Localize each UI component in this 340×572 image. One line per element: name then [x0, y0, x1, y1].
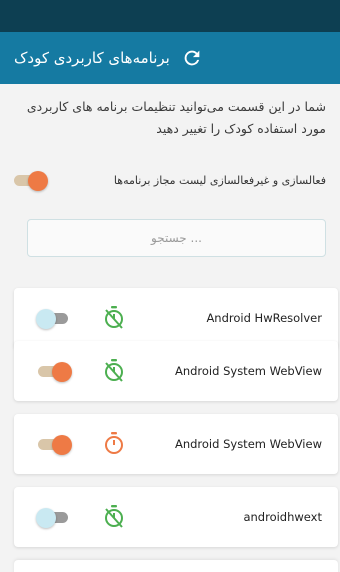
app-name: Android System WebView — [174, 364, 322, 378]
app-bar: برنامه‌های کاربردی کودک — [0, 32, 340, 84]
status-bar — [0, 0, 340, 32]
master-toggle-label: فعالسازی و غیرفعالسازی لیست مجاز برنامه‌… — [113, 173, 326, 187]
app-toggle[interactable] — [38, 361, 72, 382]
app-card: Android System WebView — [14, 414, 338, 474]
app-toggle[interactable] — [38, 434, 72, 455]
refresh-icon[interactable] — [180, 46, 204, 70]
timer-off-icon[interactable] — [102, 305, 126, 331]
search-input[interactable] — [27, 219, 326, 257]
master-toggle[interactable] — [14, 170, 48, 191]
timer-off-icon[interactable] — [102, 358, 126, 384]
app-card: Android System WebView — [14, 341, 338, 401]
toggle-thumb — [36, 309, 56, 329]
app-toggle[interactable] — [36, 507, 72, 528]
page-title: برنامه‌های کاربردی کودک — [14, 49, 170, 67]
master-toggle-row: فعالسازی و غیرفعالسازی لیست مجاز برنامه‌… — [14, 166, 326, 194]
app-name: Android System WebView — [174, 437, 322, 451]
toggle-thumb — [36, 508, 56, 528]
app-card: androidhwext — [14, 487, 338, 547]
toggle-thumb — [52, 362, 72, 382]
app-name: Android HwResolver — [206, 311, 322, 325]
toggle-thumb — [28, 171, 48, 191]
timer-off-icon[interactable] — [102, 504, 126, 530]
app-card-partial — [14, 560, 338, 572]
toggle-thumb — [52, 435, 72, 455]
timer-icon[interactable] — [102, 431, 126, 457]
app-card: Android HwResolver — [14, 288, 338, 348]
app-toggle[interactable] — [36, 308, 72, 329]
page-description: شما در این قسمت می‌توانید تنظیمات برنامه… — [26, 99, 326, 136]
app-name: androidhwext — [243, 510, 322, 524]
